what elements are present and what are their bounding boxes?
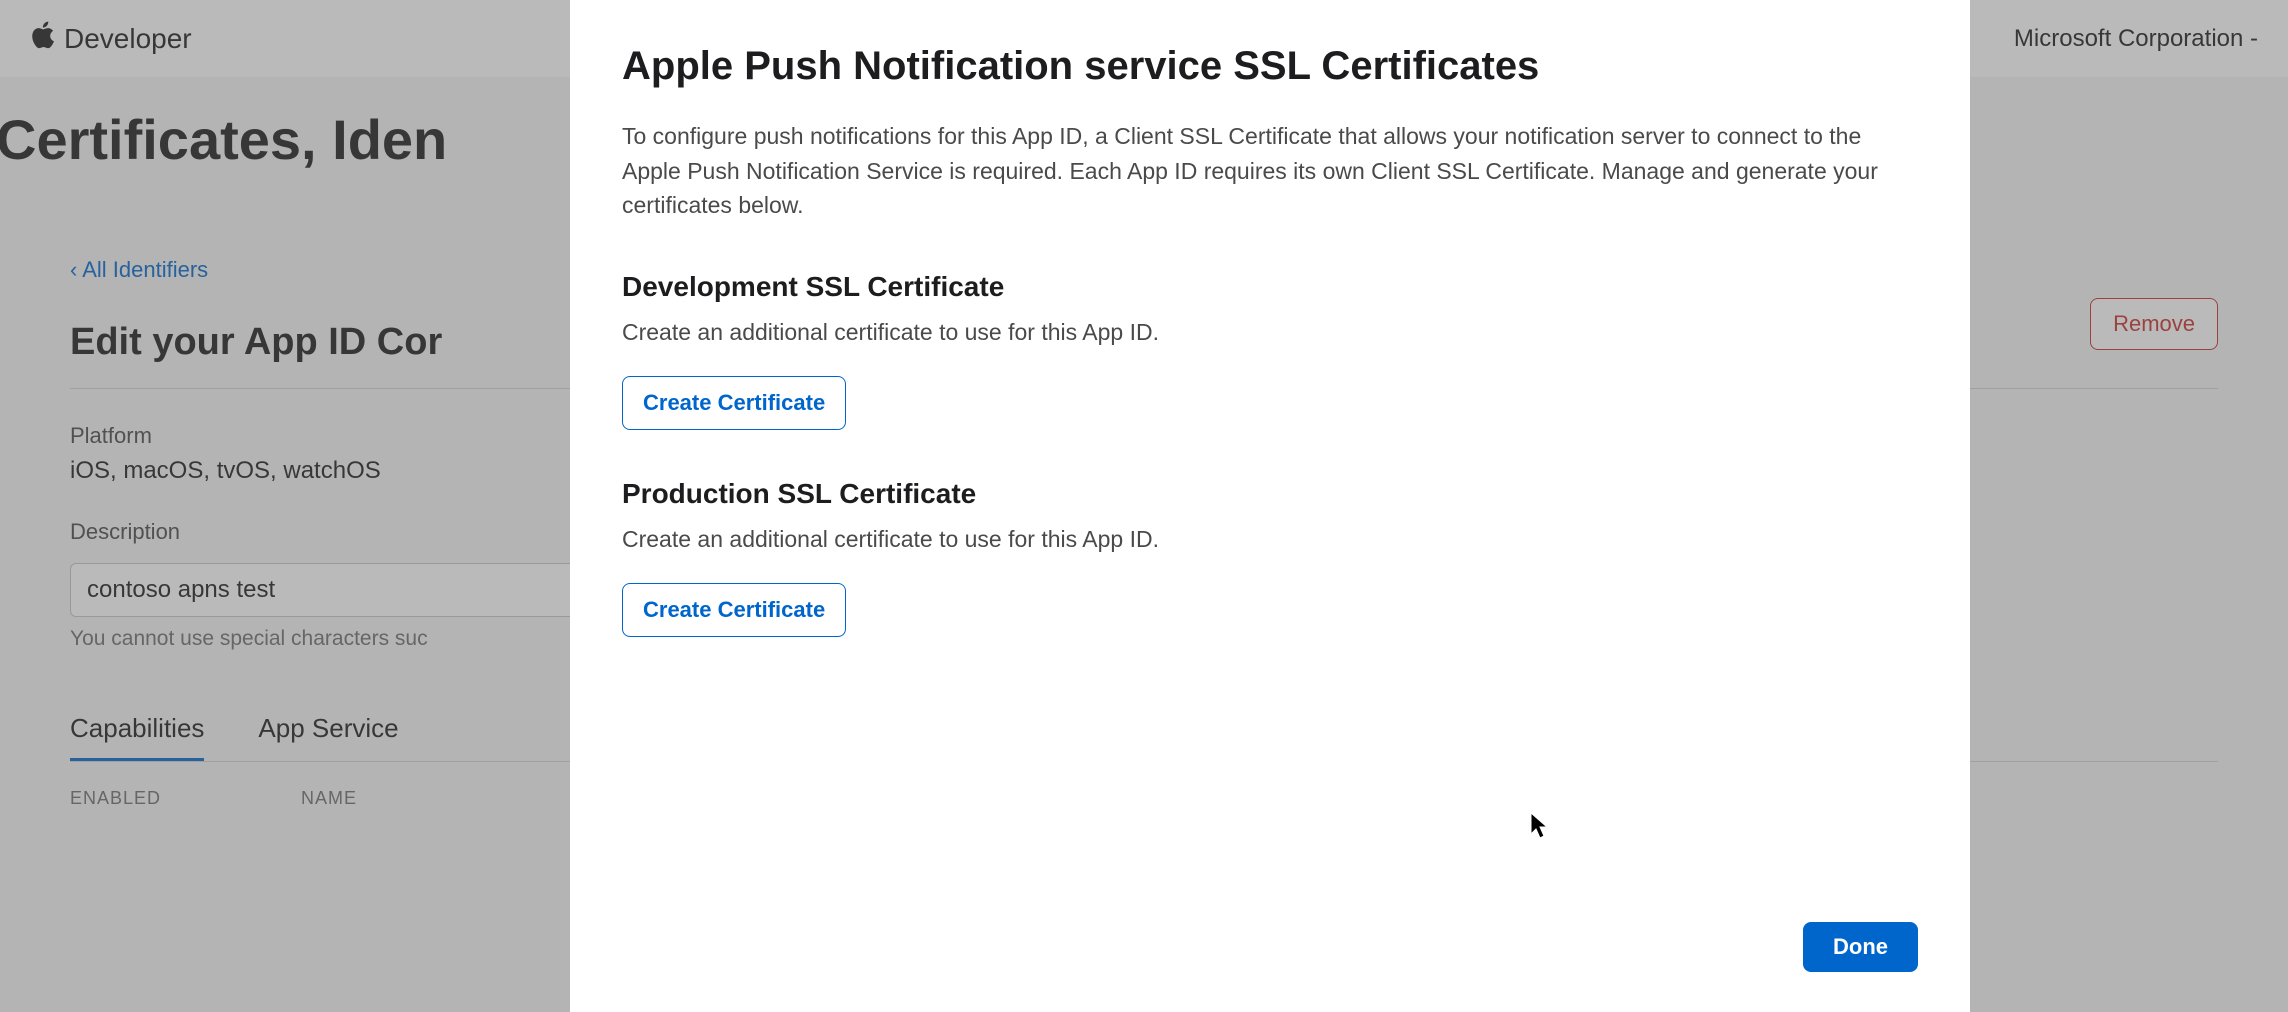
modal-intro: To configure push notifications for this… [622, 119, 1918, 223]
apns-ssl-modal: Apple Push Notification service SSL Cert… [570, 0, 1970, 1012]
modal-title: Apple Push Notification service SSL Cert… [622, 44, 1918, 89]
remove-button[interactable]: Remove [2090, 298, 2218, 350]
done-button[interactable]: Done [1803, 922, 1918, 972]
dev-cert-title: Development SSL Certificate [622, 271, 1918, 303]
development-cert-section: Development SSL Certificate Create an ad… [622, 271, 1918, 478]
dev-cert-desc: Create an additional certificate to use … [622, 319, 1918, 346]
brand-logo-area: Developer [30, 20, 192, 57]
section-title: Edit your App ID Cor [70, 321, 442, 364]
tab-app-services[interactable]: App Service [258, 713, 398, 761]
tab-capabilities[interactable]: Capabilities [70, 713, 204, 761]
create-dev-cert-button[interactable]: Create Certificate [622, 376, 846, 430]
brand-text: Developer [64, 23, 192, 55]
org-label: Microsoft Corporation - [2014, 25, 2258, 53]
col-enabled: ENABLED [70, 788, 161, 809]
cursor-icon [1530, 812, 1550, 840]
col-name: NAME [301, 788, 357, 809]
create-prod-cert-button[interactable]: Create Certificate [622, 583, 846, 637]
apple-logo-icon [30, 20, 56, 57]
modal-footer: Done [622, 922, 1918, 972]
production-cert-section: Production SSL Certificate Create an add… [622, 478, 1918, 685]
prod-cert-title: Production SSL Certificate [622, 478, 1918, 510]
back-all-identifiers-link[interactable]: ‹ All Identifiers [70, 257, 208, 283]
prod-cert-desc: Create an additional certificate to use … [622, 526, 1918, 553]
